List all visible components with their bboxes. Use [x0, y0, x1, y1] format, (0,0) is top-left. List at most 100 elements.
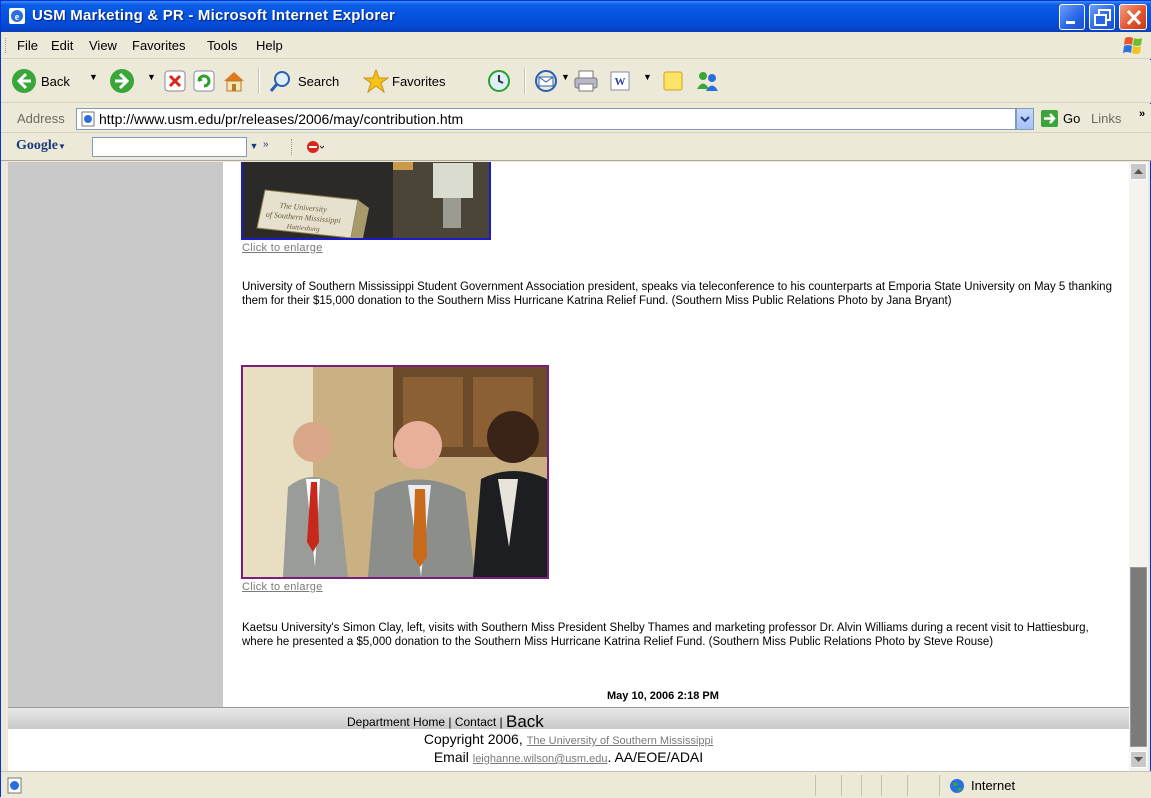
stop-button[interactable]: [164, 66, 186, 96]
google-popup-blocker-icon[interactable]: [306, 139, 324, 155]
contact-link[interactable]: Contact: [455, 715, 496, 729]
word-edit-icon: W: [610, 71, 630, 91]
copyright-line: Copyright 2006, The University of Southe…: [8, 731, 1129, 747]
ie-app-icon: e: [9, 8, 25, 24]
page-content: The University of Southern Mississippi H…: [8, 162, 1129, 707]
page-status-icon: [7, 777, 22, 794]
window-title: USM Marketing & PR - Microsoft Internet …: [32, 7, 395, 24]
history-button[interactable]: [487, 66, 513, 96]
favorites-button[interactable]: Favorites: [363, 66, 483, 96]
menu-bar: File Edit View Favorites Tools Help: [1, 32, 1151, 59]
windows-logo-icon: [1123, 37, 1142, 54]
footer-copyright: Copyright 2006, The University of Southe…: [8, 729, 1129, 771]
menu-grip: [5, 38, 7, 53]
photo-visit[interactable]: [241, 365, 549, 579]
back-label: Back: [41, 74, 70, 89]
restore-button[interactable]: [1089, 4, 1115, 30]
release-date: May 10, 2006 2:18 PM: [607, 690, 719, 702]
search-icon: [269, 71, 290, 92]
globe-icon: [950, 779, 964, 793]
google-separator: [291, 139, 293, 155]
forward-arrow-icon: [110, 69, 134, 93]
address-input[interactable]: http://www.usm.edu/pr/releases/2006/may/…: [76, 108, 1016, 130]
google-dropdown-icon[interactable]: ▼: [247, 137, 261, 157]
footer-nav: Department Home | Contact | Back: [8, 707, 1129, 731]
caption-1: University of Southern Mississippi Stude…: [242, 281, 1112, 307]
mail-dropdown-icon[interactable]: ▼: [561, 72, 570, 82]
status-pane: [861, 775, 862, 796]
copyright-text: Copyright 2006,: [423, 731, 527, 747]
google-menu-icon: ▼: [58, 142, 66, 151]
status-pane: [907, 775, 908, 796]
status-pane: [841, 775, 842, 796]
close-button[interactable]: [1119, 4, 1147, 30]
forward-button[interactable]: [109, 66, 139, 96]
edit-button[interactable]: W: [608, 66, 634, 96]
go-arrow-icon: [1041, 110, 1058, 127]
browser-window: e USM Marketing & PR - Microsoft Interne…: [0, 0, 1151, 798]
svg-text:W: W: [615, 76, 626, 88]
google-toolbar: Google▼ ▼ »: [1, 133, 1151, 161]
menu-file[interactable]: File: [17, 38, 38, 53]
scroll-up-button[interactable]: [1130, 163, 1147, 180]
messenger-button[interactable]: [694, 66, 724, 96]
links-chevron-icon[interactable]: »: [1139, 108, 1145, 120]
address-dropdown-button[interactable]: [1016, 108, 1034, 130]
print-button[interactable]: [573, 66, 601, 96]
scroll-down-button[interactable]: [1130, 751, 1147, 768]
status-pane: [881, 775, 882, 796]
status-bar: Internet: [1, 771, 1151, 798]
photo-visit-image: [243, 367, 547, 577]
forward-dropdown-icon[interactable]: ▼: [147, 72, 156, 82]
home-button[interactable]: [221, 66, 249, 96]
favorites-label: Favorites: [392, 74, 446, 89]
address-url: http://www.usm.edu/pr/releases/2006/may/…: [99, 111, 464, 127]
address-label: Address: [17, 111, 65, 126]
back-button[interactable]: Back: [11, 66, 81, 96]
minimize-icon: [1066, 21, 1075, 24]
page-icon: [81, 111, 95, 127]
footer-separator: |: [445, 715, 455, 729]
svg-text:e: e: [15, 12, 20, 23]
discuss-button[interactable]: [661, 66, 687, 96]
search-label: Search: [298, 74, 340, 89]
mail-button[interactable]: [534, 66, 560, 96]
caption-2: Kaetsu University's Simon Clay, left, vi…: [242, 622, 1089, 648]
note-icon: [663, 71, 683, 91]
menu-edit[interactable]: Edit: [51, 38, 73, 53]
email-label: Email: [433, 749, 473, 765]
links-toolbar[interactable]: Links: [1091, 111, 1121, 126]
refresh-icon: [193, 70, 215, 92]
menu-favorites[interactable]: Favorites: [132, 38, 185, 53]
google-logo-text: Google: [16, 138, 58, 153]
vertical-scrollbar[interactable]: [1129, 162, 1148, 771]
menu-view[interactable]: View: [89, 38, 117, 53]
refresh-button[interactable]: [193, 66, 215, 96]
enlarge-link-2[interactable]: Click to enlarge: [242, 581, 323, 593]
status-pane: [815, 775, 816, 796]
address-bar: Address http://www.usm.edu/pr/releases/2…: [1, 104, 1151, 133]
zone-label: Internet: [971, 778, 1016, 793]
scroll-down-arrow-icon: [1134, 757, 1143, 762]
minimize-button[interactable]: [1059, 4, 1085, 30]
eeo-text: . AA/EOE/ADAI: [607, 749, 704, 765]
favorites-star-icon: [363, 68, 389, 94]
enlarge-link-1[interactable]: Click to enlarge: [242, 242, 323, 254]
edit-dropdown-icon[interactable]: ▼: [643, 72, 652, 82]
university-link[interactable]: The University of Southern Mississippi: [527, 735, 713, 747]
photo-teleconference-image: The University of Southern Mississippi H…: [243, 162, 489, 238]
back-dropdown-icon[interactable]: ▼: [89, 72, 98, 82]
email-link[interactable]: leighanne.wilson@usm.edu: [473, 753, 608, 765]
menu-tools[interactable]: Tools: [207, 38, 237, 53]
menu-help[interactable]: Help: [256, 38, 283, 53]
stop-icon: [164, 70, 186, 92]
google-logo[interactable]: Google▼: [16, 138, 66, 154]
scrollbar-thumb[interactable]: [1130, 567, 1147, 747]
photo-teleconference[interactable]: The University of Southern Mississippi H…: [241, 162, 491, 240]
google-search-input[interactable]: [92, 137, 247, 157]
back-arrow-icon: [12, 69, 36, 93]
messenger-icon: [697, 72, 718, 91]
google-more-chevron-icon[interactable]: »: [263, 139, 269, 150]
search-button[interactable]: Search: [269, 66, 359, 96]
department-home-link[interactable]: Department Home: [347, 715, 445, 729]
